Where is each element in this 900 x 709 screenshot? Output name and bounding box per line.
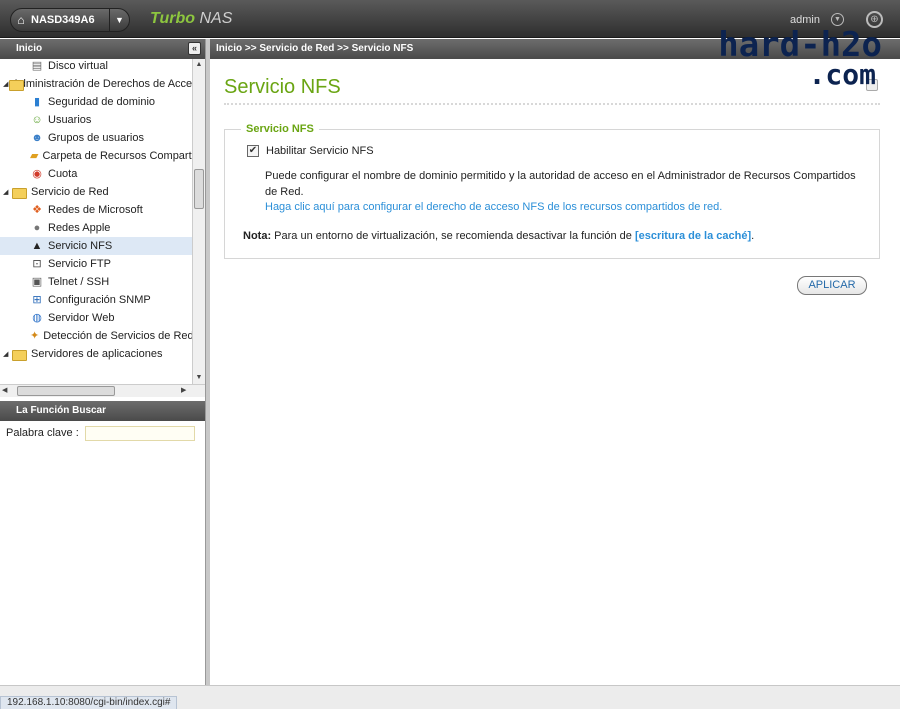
nav-item-label: Redes Apple [48,222,111,234]
disk-icon: ▤ [31,60,43,72]
home-icon: ⌂ [17,13,25,27]
nav-item-label: Configuración SNMP [48,294,151,306]
nav-item-label: Servicio NFS [48,240,113,252]
user-icon: ☺ [31,114,43,126]
folder-icon [11,349,27,361]
terminal-icon: ▣ [31,276,43,288]
nav-item[interactable]: ◢ Servicio de Red [0,183,192,201]
apply-button[interactable]: APLICAR [797,276,867,295]
nav-item-label: Redes de Microsoft [48,204,143,216]
chevron-down-icon[interactable]: ▼ [109,9,129,31]
hscroll-thumb[interactable] [17,386,115,396]
device-selector-button[interactable]: ⌂ NASD349A6 ▼ [10,8,130,32]
brand-nas: NAS [199,10,233,27]
expand-toggle-icon[interactable]: ◢ [3,80,8,88]
main-content: Inicio >> Servicio de Red >> Servicio NF… [210,39,900,685]
search-label: Palabra clave : [6,427,79,439]
search-input[interactable] [84,425,195,441]
nav-item[interactable]: ◉ Cuota [0,165,192,183]
nav-item-label: Administración de Derechos de Acceso [12,78,192,90]
nav-header: Inicio « [0,39,205,59]
nfs-settings-group: Servicio NFS ✔ Habilitar Servicio NFS Pu… [224,123,880,259]
quota-icon: ◉ [32,168,42,180]
scroll-thumb[interactable] [194,169,204,209]
nav-item-label: Servicio FTP [48,258,111,270]
nav-item-label: Detección de Servicios de Red [43,330,192,342]
collapse-panel-icon[interactable]: « [188,42,201,55]
note-text: Para un entorno de virtualización, se re… [274,230,632,242]
watermark-line1: hard-h2o [718,25,882,65]
search-row: Palabra clave : [0,421,205,445]
nav-item-label: Grupos de usuarios [48,132,144,144]
nfs-access-rights-link[interactable]: Haga clic aquí para configurar el derech… [265,201,722,213]
group-icon: ☻ [31,132,43,144]
folder-icon [11,187,27,199]
nav-item-label: Cuota [48,168,78,180]
scroll-up-icon[interactable]: ▲ [193,59,205,71]
nav-item-label: Servidores de aplicaciones [31,348,163,360]
nfs-description: Puede configurar el nombre de dominio pe… [265,170,856,198]
nav-item[interactable]: ◢ Administración de Derechos de Acceso [0,75,192,93]
nav-tree-items: ▤ Disco virtual ◢ Administración de Derecho… [0,59,192,363]
expand-toggle-icon[interactable]: ◢ [3,188,11,196]
linux-icon: ▲ [31,240,43,252]
nav-item[interactable]: ▮ Seguridad de dominio [0,93,192,111]
discovery-icon: ✦ [30,330,40,342]
watermark: hard-h2o .com [652,25,882,90]
note-label: Nota: [243,230,272,242]
share-folder-icon: ▰ [30,150,39,162]
nav-item[interactable]: ▲ Servicio NFS [0,237,192,255]
nav-item[interactable]: ⊞ Configuración SNMP [0,291,192,309]
nav-item-label: Servidor Web [48,312,115,324]
scroll-left-icon[interactable]: ◀ [2,385,7,397]
apple-icon: ● [33,222,41,234]
nav-item[interactable]: ☺ Usuarios [0,111,192,129]
scroll-down-icon[interactable]: ▼ [193,372,205,384]
expand-toggle-icon[interactable]: ◢ [3,350,11,358]
write-cache-link[interactable]: [escritura de la caché] [635,230,751,242]
nav-item-label: Telnet / SSH [48,276,110,288]
nav-item[interactable]: ● Redes Apple [0,219,192,237]
virtualization-note: Nota: Para un entorno de virtualización,… [243,230,754,242]
web-globe-icon: ◍ [32,312,42,324]
nav-item-label: Disco virtual [48,60,108,72]
tree-horizontal-scrollbar[interactable]: ◀ ▶ [0,384,205,397]
enable-nfs-checkbox[interactable]: ✔ [247,145,259,157]
note-end: . [751,230,755,242]
nav-item[interactable]: ▰Carpeta de Recursos Compartidos [0,147,192,165]
tree-vertical-scrollbar[interactable]: ▲ ▼ [192,59,205,384]
title-divider [224,103,880,105]
nav-item-label: Carpeta de Recursos Compartidos [42,150,192,162]
brand-logo: Turbo NAS [150,10,232,28]
nav-item-label: Seguridad de dominio [48,96,156,108]
nav-item[interactable]: ☻ Grupos de usuarios [0,129,192,147]
group-legend: Servicio NFS [241,123,319,135]
snmp-icon: ⊞ [32,294,42,306]
left-panel: Inicio « ▤ Disco virtual ◢ Administración d… [0,39,206,685]
nav-item-label: Servicio de Red [31,186,109,198]
status-bar: 192.168.1.10:8080/cgi-bin/index.cgi# [0,685,900,709]
nav-item[interactable]: ▣ Telnet / SSH [0,273,192,291]
enable-nfs-label[interactable]: Habilitar Servicio NFS [266,145,374,157]
device-name: NASD349A6 [31,14,95,26]
enable-nfs-row[interactable]: ✔ Habilitar Servicio NFS [247,145,374,157]
page-title: Servicio NFS [224,76,341,98]
brand-turbo: Turbo [150,10,196,27]
nav-item[interactable]: ◍ Servidor Web [0,309,192,327]
search-header: La Función Buscar [0,401,205,421]
ftp-icon: ⊡ [32,258,42,270]
nav-item[interactable]: ▤ Disco virtual [0,59,192,75]
nav-item[interactable]: ⊡ Servicio FTP [0,255,192,273]
book-icon: ▮ [33,96,41,108]
nav-item[interactable]: ◢ Servidores de aplicaciones [0,345,192,363]
status-url: 192.168.1.10:8080/cgi-bin/index.cgi# [0,696,178,709]
scroll-right-icon[interactable]: ▶ [181,385,186,397]
windows-icon: ❖ [32,204,42,216]
nav-item-label: Usuarios [48,114,92,126]
nav-item[interactable]: ❖ Redes de Microsoft [0,201,192,219]
nav-item[interactable]: ✦ Detección de Servicios de Red [0,327,192,345]
nav-header-title: Inicio [16,43,43,54]
nav-tree: ▤ Disco virtual ◢ Administración de Derecho… [0,59,205,384]
